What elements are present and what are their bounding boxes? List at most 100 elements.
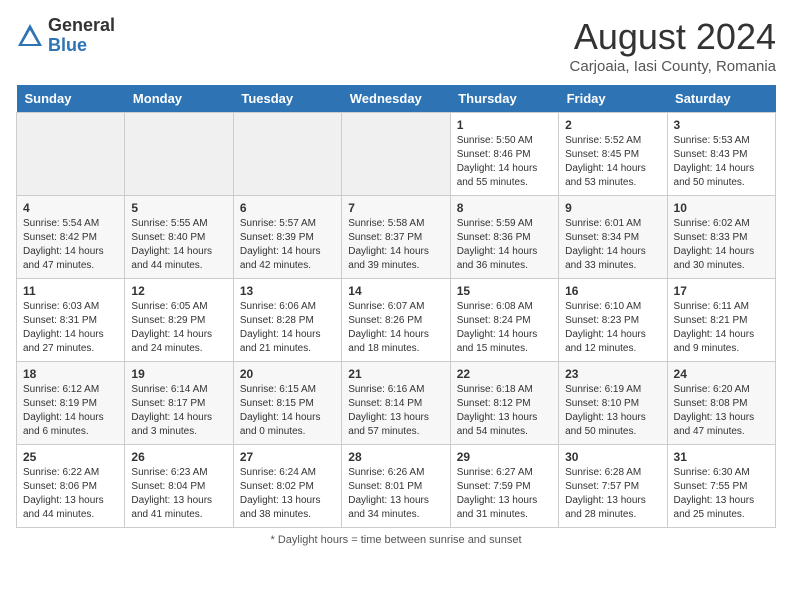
calendar-cell: 24 Sunrise: 6:20 AM Sunset: 8:08 PM Dayli… xyxy=(667,362,775,445)
calendar-cell: 12 Sunrise: 6:05 AM Sunset: 8:29 PM Dayli… xyxy=(125,279,233,362)
day-number: 24 xyxy=(674,367,769,381)
calendar-cell xyxy=(233,113,341,196)
day-number: 9 xyxy=(565,201,660,215)
calendar-cell: 26Sunrise: 6:23 AM Sunset: 8:04 PM Dayli… xyxy=(125,445,233,528)
col-header-monday: Monday xyxy=(125,85,233,113)
calendar-cell: 15 Sunrise: 6:08 AM Sunset: 8:24 PM Dayli… xyxy=(450,279,558,362)
calendar-cell: 13Sunrise: 6:06 AM Sunset: 8:28 PM Dayli… xyxy=(233,279,341,362)
day-info: Sunrise: 5:53 AM Sunset: 8:43 PM Dayligh… xyxy=(674,134,769,190)
day-number: 14 xyxy=(348,284,443,298)
col-header-saturday: Saturday xyxy=(667,85,775,113)
day-info: Sunrise: 6:26 AM Sunset: 8:01 PM Dayligh… xyxy=(348,466,443,522)
day-number: 29 xyxy=(457,450,552,464)
day-info: Sunrise: 6:07 AM Sunset: 8:26 PM Dayligh… xyxy=(348,300,443,356)
day-info: Sunrise: 6:20 AM Sunset: 8:08 PM Dayligh… xyxy=(674,383,769,439)
day-number: 8 xyxy=(457,201,552,215)
day-info: Sunrise: 6:18 AM Sunset: 8:12 PM Dayligh… xyxy=(457,383,552,439)
week-row-4: 18 Sunrise: 6:12 AM Sunset: 8:19 PM Dayli… xyxy=(17,362,776,445)
location-subtitle: Carjoaia, Iasi County, Romania xyxy=(570,58,776,75)
calendar-cell: 17 Sunrise: 6:11 AM Sunset: 8:21 PM Dayli… xyxy=(667,279,775,362)
col-header-thursday: Thursday xyxy=(450,85,558,113)
day-info: Sunrise: 6:05 AM Sunset: 8:29 PM Dayligh… xyxy=(131,300,226,356)
calendar-cell: 21Sunrise: 6:16 AM Sunset: 8:14 PM Dayli… xyxy=(342,362,450,445)
calendar-cell: 27 Sunrise: 6:24 AM Sunset: 8:02 PM Dayli… xyxy=(233,445,341,528)
day-info: Sunrise: 6:28 AM Sunset: 7:57 PM Dayligh… xyxy=(565,466,660,522)
day-info: Sunrise: 6:22 AM Sunset: 8:06 PM Dayligh… xyxy=(23,466,118,522)
col-header-friday: Friday xyxy=(559,85,667,113)
calendar-cell: 9 Sunrise: 6:01 AM Sunset: 8:34 PM Daylig… xyxy=(559,196,667,279)
day-number: 3 xyxy=(674,118,769,132)
week-row-1: 1Sunrise: 5:50 AM Sunset: 8:46 PM Daylig… xyxy=(17,113,776,196)
day-number: 22 xyxy=(457,367,552,381)
day-info: Sunrise: 5:52 AM Sunset: 8:45 PM Dayligh… xyxy=(565,134,660,190)
day-number: 2 xyxy=(565,118,660,132)
day-info: Sunrise: 6:08 AM Sunset: 8:24 PM Dayligh… xyxy=(457,300,552,356)
calendar-cell: 19 Sunrise: 6:14 AM Sunset: 8:17 PM Dayli… xyxy=(125,362,233,445)
col-header-tuesday: Tuesday xyxy=(233,85,341,113)
calendar-cell: 8Sunrise: 5:59 AM Sunset: 8:36 PM Daylig… xyxy=(450,196,558,279)
col-header-sunday: Sunday xyxy=(17,85,125,113)
day-number: 19 xyxy=(131,367,226,381)
day-number: 7 xyxy=(348,201,443,215)
day-number: 30 xyxy=(565,450,660,464)
day-info: Sunrise: 6:11 AM Sunset: 8:21 PM Dayligh… xyxy=(674,300,769,356)
day-info: Sunrise: 6:01 AM Sunset: 8:34 PM Dayligh… xyxy=(565,217,660,273)
calendar-cell: 5 Sunrise: 5:55 AM Sunset: 8:40 PM Daylig… xyxy=(125,196,233,279)
week-row-3: 11 Sunrise: 6:03 AM Sunset: 8:31 PM Dayli… xyxy=(17,279,776,362)
logo-icon xyxy=(16,22,44,50)
calendar-cell: 23 Sunrise: 6:19 AM Sunset: 8:10 PM Dayli… xyxy=(559,362,667,445)
day-number: 27 xyxy=(240,450,335,464)
day-number: 15 xyxy=(457,284,552,298)
day-info: Sunrise: 6:23 AM Sunset: 8:04 PM Dayligh… xyxy=(131,466,226,522)
day-info: Sunrise: 6:12 AM Sunset: 8:19 PM Dayligh… xyxy=(23,383,118,439)
calendar-cell: 10Sunrise: 6:02 AM Sunset: 8:33 PM Dayli… xyxy=(667,196,775,279)
calendar-cell: 3 Sunrise: 5:53 AM Sunset: 8:43 PM Daylig… xyxy=(667,113,775,196)
day-info: Sunrise: 6:10 AM Sunset: 8:23 PM Dayligh… xyxy=(565,300,660,356)
calendar-cell: 18 Sunrise: 6:12 AM Sunset: 8:19 PM Dayli… xyxy=(17,362,125,445)
page-header: General Blue August 2024 Carjoaia, Iasi … xyxy=(16,16,776,75)
calendar-cell xyxy=(125,113,233,196)
day-number: 4 xyxy=(23,201,118,215)
calendar-cell: 30 Sunrise: 6:28 AM Sunset: 7:57 PM Dayli… xyxy=(559,445,667,528)
calendar-cell: 6Sunrise: 5:57 AM Sunset: 8:39 PM Daylig… xyxy=(233,196,341,279)
day-info: Sunrise: 6:14 AM Sunset: 8:17 PM Dayligh… xyxy=(131,383,226,439)
day-number: 21 xyxy=(348,367,443,381)
day-info: Sunrise: 6:24 AM Sunset: 8:02 PM Dayligh… xyxy=(240,466,335,522)
day-number: 13 xyxy=(240,284,335,298)
week-row-5: 25Sunrise: 6:22 AM Sunset: 8:06 PM Dayli… xyxy=(17,445,776,528)
day-info: Sunrise: 6:15 AM Sunset: 8:15 PM Dayligh… xyxy=(240,383,335,439)
calendar-table: SundayMondayTuesdayWednesdayThursdayFrid… xyxy=(16,85,776,528)
day-number: 18 xyxy=(23,367,118,381)
day-number: 12 xyxy=(131,284,226,298)
col-header-wednesday: Wednesday xyxy=(342,85,450,113)
day-number: 6 xyxy=(240,201,335,215)
day-info: Sunrise: 6:30 AM Sunset: 7:55 PM Dayligh… xyxy=(674,466,769,522)
calendar-cell xyxy=(342,113,450,196)
logo-text: General Blue xyxy=(48,16,115,56)
calendar-cell: 29 Sunrise: 6:27 AM Sunset: 7:59 PM Dayli… xyxy=(450,445,558,528)
footer-note: * Daylight hours = time between sunrise … xyxy=(16,534,776,546)
calendar-cell: 11 Sunrise: 6:03 AM Sunset: 8:31 PM Dayli… xyxy=(17,279,125,362)
day-number: 11 xyxy=(23,284,118,298)
day-number: 5 xyxy=(131,201,226,215)
day-number: 17 xyxy=(674,284,769,298)
calendar-cell xyxy=(17,113,125,196)
day-info: Sunrise: 6:19 AM Sunset: 8:10 PM Dayligh… xyxy=(565,383,660,439)
title-block: August 2024 Carjoaia, Iasi County, Roman… xyxy=(570,16,776,75)
day-info: Sunrise: 6:27 AM Sunset: 7:59 PM Dayligh… xyxy=(457,466,552,522)
calendar-cell: 14 Sunrise: 6:07 AM Sunset: 8:26 PM Dayli… xyxy=(342,279,450,362)
calendar-cell: 25Sunrise: 6:22 AM Sunset: 8:06 PM Dayli… xyxy=(17,445,125,528)
day-info: Sunrise: 5:54 AM Sunset: 8:42 PM Dayligh… xyxy=(23,217,118,273)
day-number: 20 xyxy=(240,367,335,381)
day-info: Sunrise: 5:58 AM Sunset: 8:37 PM Dayligh… xyxy=(348,217,443,273)
calendar-cell: 4 Sunrise: 5:54 AM Sunset: 8:42 PM Daylig… xyxy=(17,196,125,279)
day-info: Sunrise: 6:03 AM Sunset: 8:31 PM Dayligh… xyxy=(23,300,118,356)
day-number: 31 xyxy=(674,450,769,464)
day-number: 10 xyxy=(674,201,769,215)
week-row-2: 4 Sunrise: 5:54 AM Sunset: 8:42 PM Daylig… xyxy=(17,196,776,279)
day-number: 1 xyxy=(457,118,552,132)
day-number: 23 xyxy=(565,367,660,381)
calendar-cell: 7 Sunrise: 5:58 AM Sunset: 8:37 PM Daylig… xyxy=(342,196,450,279)
day-info: Sunrise: 5:55 AM Sunset: 8:40 PM Dayligh… xyxy=(131,217,226,273)
logo: General Blue xyxy=(16,16,115,56)
